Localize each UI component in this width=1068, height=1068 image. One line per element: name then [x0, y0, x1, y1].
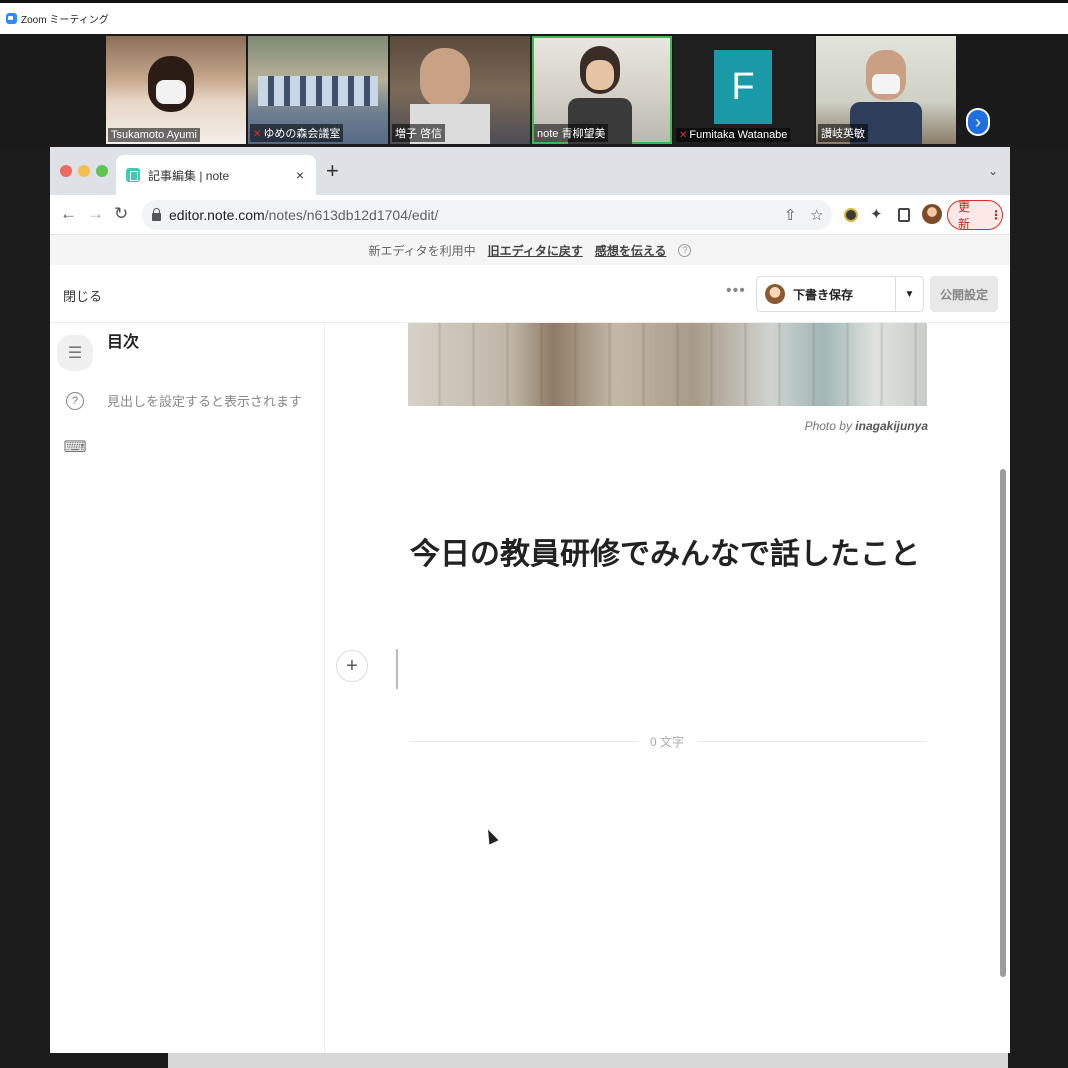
publish-settings-button[interactable]: 公開設定: [930, 276, 998, 312]
table-of-contents-icon[interactable]: ☰: [57, 335, 93, 371]
help-icon[interactable]: ?: [66, 392, 84, 410]
lock-icon: [152, 208, 161, 221]
browser-toolbar: ← → ↻ editor.note.com/notes/n613db12d170…: [50, 195, 1010, 235]
reload-icon[interactable]: ↻: [114, 203, 128, 225]
share-icon[interactable]: ⇧: [784, 206, 797, 224]
character-count-label: 0 文字: [650, 735, 685, 749]
article-title[interactable]: 今日の教員研修でみんなで話したこと: [410, 529, 920, 573]
browser-window: 記事編集 | note × + ⌄ ← → ↻ editor.note.com /…: [50, 147, 1010, 1053]
face-mask: [156, 80, 186, 104]
mic-muted-icon: ✕: [253, 129, 262, 140]
url-host: editor.note.com: [169, 207, 265, 223]
participant-name: note 青柳望美: [534, 124, 609, 142]
zoom-window-title: Zoom ミーティング: [21, 15, 109, 26]
update-label: 更新: [958, 200, 971, 231]
participant-name: Tsukamoto Ayumi: [108, 128, 201, 142]
zoom-meeting-window: { "zoom": { "title": "Zoom ミーティング", "par…: [0, 0, 1068, 1068]
back-arrow-icon[interactable]: ←: [60, 203, 77, 225]
toc-title: 目次: [107, 334, 140, 351]
participant-strip: Tsukamoto Ayumi ✕ ゆめの森会議室 増子 啓信 note 青柳望美…: [0, 34, 1068, 146]
tab-close-icon[interactable]: ×: [290, 167, 310, 183]
minimize-window-icon[interactable]: [78, 165, 90, 177]
participant-tile-active[interactable]: note 青柳望美: [532, 36, 672, 144]
editor-header: 閉じる ••• 下書き保存 ▼ 公開設定: [50, 265, 1010, 323]
editor-content: Photo by inagakijunya 今日の教員研修でみんなで話したこと …: [326, 323, 1010, 1053]
close-window-icon[interactable]: [60, 165, 72, 177]
profile-avatar[interactable]: [922, 204, 942, 224]
divider-line: [410, 741, 638, 742]
participant-tile[interactable]: Tsukamoto Ayumi: [106, 36, 246, 144]
maximize-window-icon[interactable]: [96, 165, 108, 177]
keyboard-icon[interactable]: ⌨: [61, 433, 89, 461]
participant-video-figure: [258, 76, 378, 106]
extension-badge-icon[interactable]: [844, 208, 858, 222]
side-panel-icon[interactable]: [898, 208, 910, 222]
save-draft-label: 下書き保存: [793, 287, 854, 302]
editor-sidebar: ☰ ? ⌨ 目次 見出しを設定すると表示されます: [50, 323, 325, 1053]
old-editor-link[interactable]: 旧エディタに戻す: [488, 242, 583, 259]
participant-name: 増子 啓信: [392, 124, 446, 142]
mic-muted-icon: ✕: [679, 130, 688, 141]
save-draft-button[interactable]: 下書き保存 ▼: [756, 276, 924, 312]
note-favicon-icon: [126, 168, 140, 182]
close-editor-button[interactable]: 閉じる: [63, 286, 102, 305]
next-participants-button[interactable]: ›: [966, 108, 990, 136]
draft-dropdown-icon[interactable]: ▼: [895, 276, 923, 312]
tab-title: 記事編集 | note: [148, 168, 230, 183]
divider-line: [698, 741, 926, 742]
new-tab-button[interactable]: +: [326, 160, 339, 182]
help-icon[interactable]: ?: [678, 243, 692, 257]
update-button[interactable]: 更新 ⋮: [947, 200, 1003, 231]
address-bar[interactable]: editor.note.com/notes/n613db12d1704/edit…: [142, 200, 832, 230]
url-path: /notes/n613db12d1704/edit/: [264, 207, 439, 223]
participant-name: 讃岐英敏: [818, 124, 868, 142]
participant-face: [586, 60, 614, 90]
zoom-title-bar: Zoom ミーティング: [0, 0, 1068, 34]
toc-empty-message: 見出しを設定すると表示されます: [107, 394, 303, 409]
scrollbar-thumb[interactable]: [1000, 469, 1006, 977]
bottom-window-strip: [168, 1053, 1008, 1068]
face-mask: [872, 74, 900, 94]
photo-credit-name[interactable]: inagakijunya: [855, 419, 928, 433]
photo-credit: Photo by inagakijunya: [804, 419, 928, 433]
tab-search-chevron-icon[interactable]: ⌄: [988, 164, 998, 178]
extensions-puzzle-icon[interactable]: ✦: [870, 205, 883, 225]
participant-tile[interactable]: F ✕ Fumitaka Watanabe: [674, 36, 814, 144]
bookmark-star-icon[interactable]: ☆: [810, 206, 823, 224]
mouse-pointer-icon: [483, 827, 499, 845]
participant-tile[interactable]: 讃岐英敏: [816, 36, 956, 144]
zoom-logo-icon: [6, 13, 17, 24]
forward-arrow-icon[interactable]: →: [87, 203, 104, 225]
editor-info-text: 新エディタを利用中: [368, 243, 476, 258]
participant-initial-avatar: F: [714, 50, 772, 124]
character-count: 0 文字: [410, 733, 926, 749]
participant-name: ✕ ゆめの森会議室: [250, 124, 344, 142]
text-caret: [396, 649, 398, 689]
header-image[interactable]: [408, 323, 927, 406]
add-block-button[interactable]: +: [336, 650, 368, 682]
participant-tile[interactable]: ✕ ゆめの森会議室: [248, 36, 388, 144]
feedback-link[interactable]: 感想を伝える: [595, 242, 667, 259]
participant-name: ✕ Fumitaka Watanabe: [676, 128, 791, 142]
participant-video-figure: [420, 48, 470, 108]
more-options-icon[interactable]: •••: [726, 282, 746, 300]
tab-bar: 記事編集 | note × + ⌄: [50, 147, 1010, 195]
participant-tile[interactable]: 増子 啓信: [390, 36, 530, 144]
user-avatar: [765, 284, 785, 304]
editor-info-bar: 新エディタを利用中 旧エディタに戻す 感想を伝える ?: [50, 235, 1010, 265]
kebab-menu-icon: ⋮: [990, 208, 1002, 222]
tab-note-editor[interactable]: 記事編集 | note ×: [116, 155, 316, 195]
